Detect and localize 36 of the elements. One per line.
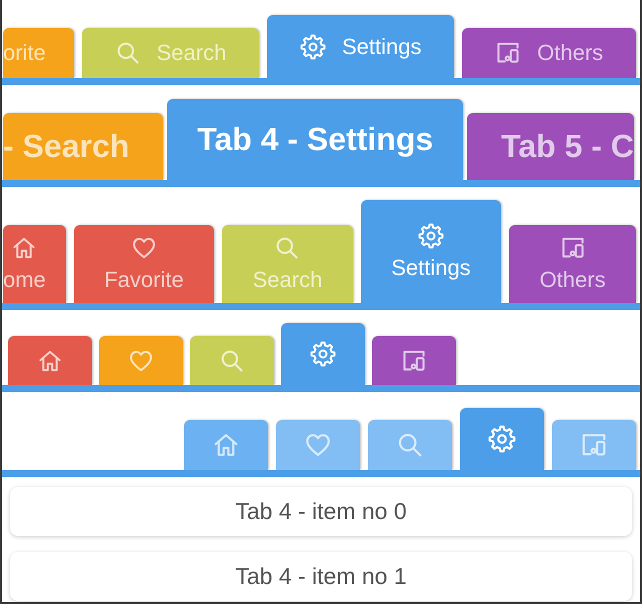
tab[interactable]: Others xyxy=(462,28,636,78)
tab[interactable]: Settings xyxy=(267,15,454,78)
tab[interactable]: Tab 5 - C xyxy=(467,113,634,180)
gear-icon xyxy=(310,341,336,367)
search-icon xyxy=(114,40,141,66)
tab[interactable] xyxy=(372,336,456,385)
tab[interactable] xyxy=(552,420,636,470)
tab[interactable] xyxy=(460,408,544,470)
search-icon xyxy=(396,431,424,459)
tab[interactable] xyxy=(184,420,268,470)
tab[interactable]: Search xyxy=(82,28,260,78)
list-item[interactable]: Tab 4 - item no 0 xyxy=(10,487,632,536)
tab[interactable] xyxy=(281,323,365,385)
tab[interactable]: Favorite xyxy=(74,225,214,303)
home-icon xyxy=(212,431,240,459)
tab[interactable]: orite xyxy=(3,28,74,78)
home-icon xyxy=(11,235,38,261)
tab[interactable]: Tab 4 - Settings xyxy=(167,99,464,180)
tab[interactable]: Others xyxy=(509,225,636,303)
gear-icon xyxy=(488,425,516,453)
tab[interactable] xyxy=(190,336,274,385)
gear-icon xyxy=(418,222,444,248)
tab[interactable]: Search xyxy=(222,225,353,303)
heart-icon xyxy=(304,431,332,459)
tab[interactable] xyxy=(99,336,183,385)
heart-icon xyxy=(130,235,157,261)
tab[interactable] xyxy=(276,420,360,470)
tab[interactable] xyxy=(368,420,452,470)
tab[interactable] xyxy=(8,336,92,385)
search-icon xyxy=(219,348,245,374)
gear-icon xyxy=(300,34,326,60)
tab[interactable]: - Search xyxy=(3,113,164,180)
tab[interactable]: Settings xyxy=(360,200,502,303)
search-icon xyxy=(274,235,300,261)
tab[interactable]: ome xyxy=(3,225,66,303)
list-item[interactable]: Tab 4 - item no 1 xyxy=(10,552,632,601)
